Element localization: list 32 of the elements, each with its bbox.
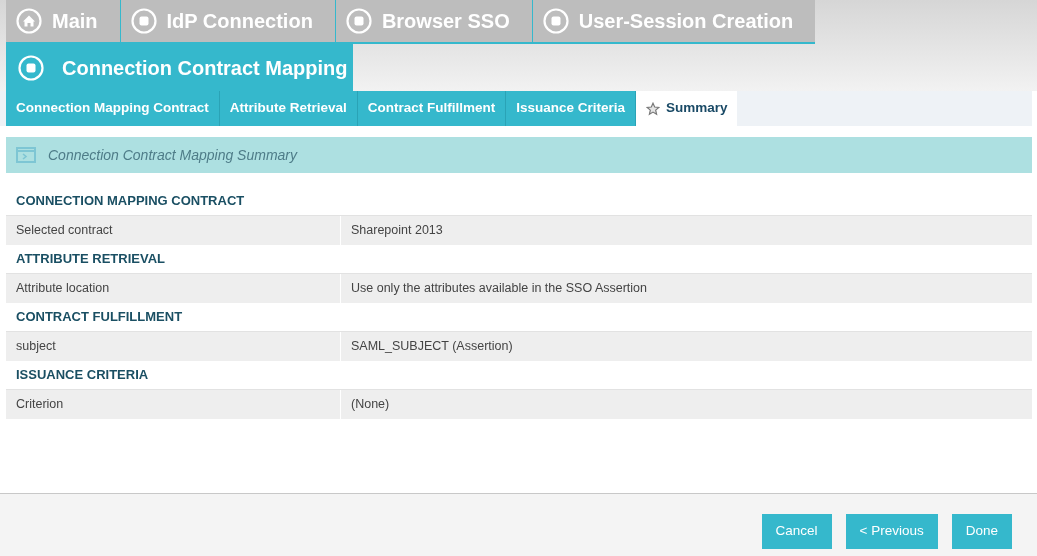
stop-circle-icon [18,54,44,81]
star-icon [646,101,661,116]
table-cell: Attribute location [6,274,341,303]
breadcrumb-tab[interactable]: IdP Connection [119,0,335,44]
stop-circle-icon [130,8,157,34]
table-cell: subject [6,332,341,361]
section-heading: CONTRACT FULFILLMENT [16,308,183,327]
footer-button[interactable]: < Previous [845,514,938,549]
breadcrumb-tab[interactable]: Main [6,0,120,44]
table-cell: Selected contract [6,216,341,245]
footer-button[interactable]: Cancel [761,514,832,549]
breadcrumb-tab[interactable]: User-Session Creation [531,0,816,44]
table-cell-text: Use only the attributes available in the SSO Assertion [350,280,648,298]
section-heading: CONNECTION MAPPING CONTRACT [16,192,245,211]
stop-circle-icon [345,8,372,34]
table-cell-text: (None) [350,396,391,414]
table-cell-text: Sharepoint 2013 [350,222,444,240]
section-heading: ATTRIBUTE RETRIEVAL [16,250,165,269]
tab[interactable]: Summary [636,91,737,126]
tab[interactable]: Attribute Retrieval [219,91,358,126]
footer-button[interactable]: Done [951,514,1012,549]
section-heading: ISSUANCE CRITERIA [16,366,149,385]
console-icon [16,147,36,163]
panel-title: Connection Contract Mapping Summary [48,145,297,165]
tab[interactable]: Connection Mapping Contract [6,91,220,126]
table-cell: Criterion [6,390,341,419]
home-icon [16,8,42,34]
tab[interactable]: Issuance Criteria [506,91,637,126]
stop-circle-icon [542,8,569,34]
table-cell-text: SAML_SUBJECT (Assertion) [350,338,514,356]
breadcrumb-tab[interactable]: Browser SSO [334,0,532,44]
tab[interactable]: Contract Fulfillment [357,91,507,126]
